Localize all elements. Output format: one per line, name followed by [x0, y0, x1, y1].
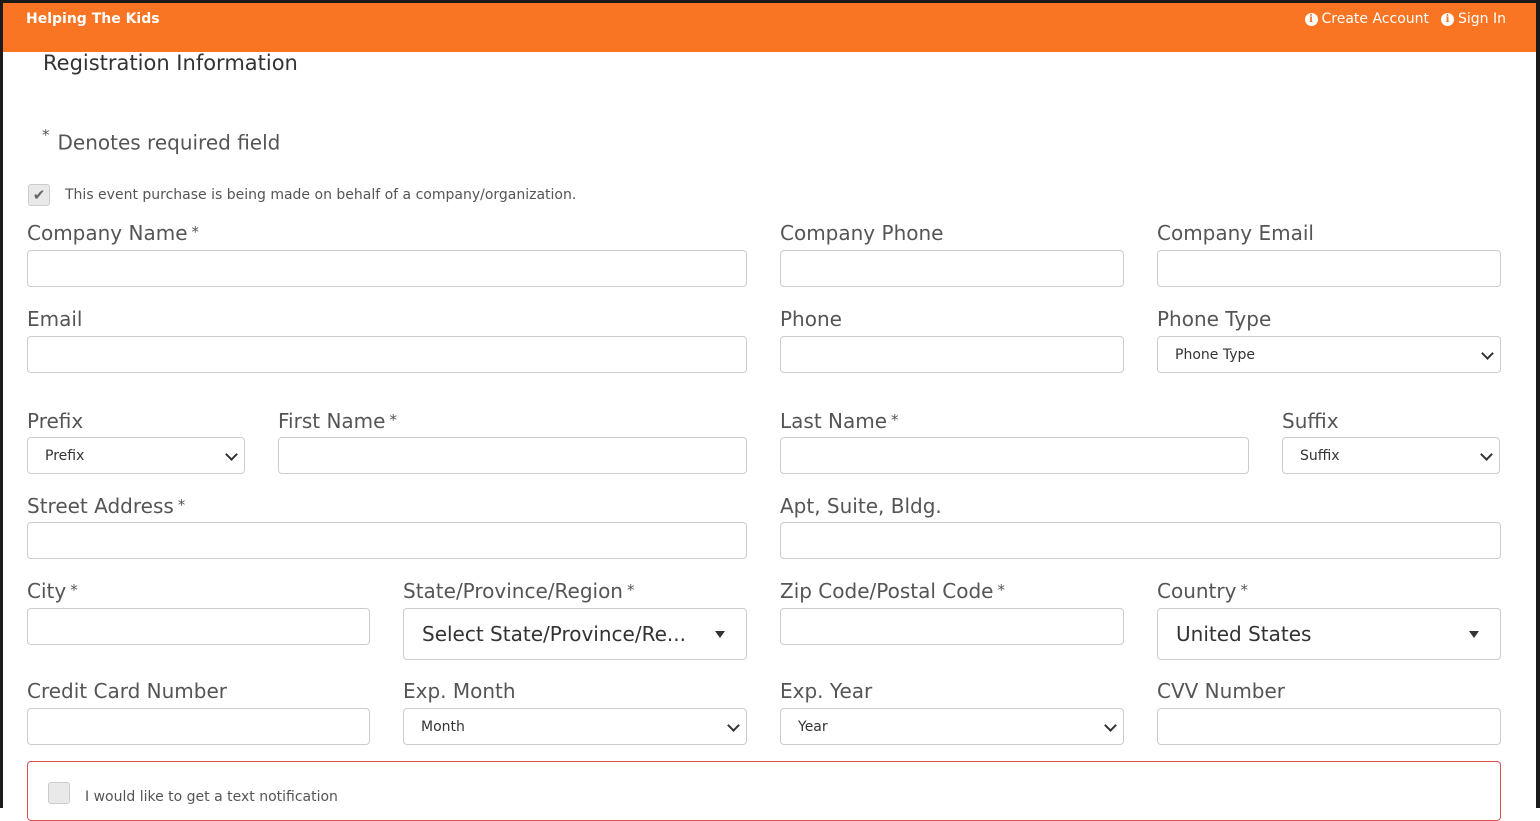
text-notification-label: I would like to get a text notification	[85, 789, 338, 805]
suffix-label: Suffix	[1282, 409, 1339, 433]
exp-month-selected: Month	[421, 718, 465, 735]
cvv-label: CVV Number	[1157, 679, 1286, 703]
window-frame	[0, 0, 1540, 808]
text-notification-checkbox[interactable]	[48, 782, 70, 804]
state-selected: Select State/Province/Re...	[422, 622, 686, 646]
prefix-select[interactable]: Prefix	[27, 437, 245, 474]
state-label: State/Province/Region *	[403, 579, 635, 603]
top-nav-links: i Create Account i Sign In	[1304, 11, 1506, 27]
apt-suite-input[interactable]	[780, 522, 1501, 559]
caret-down-icon	[715, 631, 725, 638]
suffix-selected: Suffix	[1300, 447, 1340, 464]
page-title: Registration Information	[43, 51, 298, 75]
company-phone-label: Company Phone	[780, 221, 944, 245]
company-email-input[interactable]	[1157, 250, 1501, 287]
last-name-label: Last Name *	[780, 409, 899, 433]
apt-suite-label: Apt, Suite, Bldg.	[780, 494, 942, 518]
caret-down-icon	[1469, 631, 1479, 638]
country-label: Country *	[1157, 579, 1248, 603]
text-notification-panel: I would like to get a text notification	[27, 761, 1501, 821]
company-purchase-label: This event purchase is being made on beh…	[65, 187, 577, 203]
create-account-link[interactable]: i Create Account	[1304, 11, 1430, 27]
info-circle-icon: i	[1304, 12, 1318, 26]
cvv-input[interactable]	[1157, 708, 1501, 745]
company-email-label: Company Email	[1157, 221, 1314, 245]
city-input[interactable]	[27, 608, 370, 645]
required-note-text: Denotes required field	[57, 130, 281, 155]
chevron-down-icon	[1104, 719, 1117, 732]
exp-month-select[interactable]: Month	[403, 708, 747, 745]
city-label: City *	[27, 579, 78, 603]
suffix-select[interactable]: Suffix	[1282, 437, 1500, 474]
state-select[interactable]: Select State/Province/Re...	[403, 608, 747, 660]
street-address-label: Street Address *	[27, 494, 186, 518]
exp-year-selected: Year	[798, 718, 828, 735]
last-name-input[interactable]	[780, 437, 1249, 474]
chevron-down-icon	[1481, 347, 1494, 360]
company-name-label: Company Name *	[27, 221, 200, 245]
sign-in-link[interactable]: i Sign In	[1441, 11, 1506, 27]
phone-type-select[interactable]: Phone Type	[1157, 336, 1501, 373]
prefix-label: Prefix	[27, 409, 84, 433]
top-navbar: Helping The Kids i Create Account i Sign…	[0, 0, 1540, 52]
chevron-down-icon	[225, 448, 238, 461]
country-selected: United States	[1176, 622, 1312, 646]
first-name-label: First Name *	[278, 409, 397, 433]
exp-month-label: Exp. Month	[403, 679, 516, 703]
phone-input[interactable]	[780, 336, 1124, 373]
street-address-input[interactable]	[27, 522, 747, 559]
required-note: * Denotes required field	[42, 126, 281, 155]
sign-in-label: Sign In	[1458, 11, 1506, 27]
company-purchase-checkbox[interactable]: ✔	[28, 184, 50, 206]
brand-link[interactable]: Helping The Kids	[26, 11, 160, 27]
chevron-down-icon	[1480, 448, 1493, 461]
create-account-label: Create Account	[1321, 11, 1430, 27]
credit-card-label: Credit Card Number	[27, 679, 227, 703]
phone-label: Phone	[780, 307, 842, 331]
company-phone-input[interactable]	[780, 250, 1124, 287]
prefix-selected: Prefix	[45, 447, 85, 464]
exp-year-label: Exp. Year	[780, 679, 873, 703]
phone-type-selected: Phone Type	[1175, 346, 1255, 363]
zip-code-input[interactable]	[780, 608, 1124, 645]
info-circle-icon: i	[1441, 12, 1454, 26]
email-input[interactable]	[27, 336, 747, 373]
email-label: Email	[27, 307, 83, 331]
zip-code-label: Zip Code/Postal Code *	[780, 579, 1005, 603]
country-select[interactable]: United States	[1157, 608, 1501, 660]
chevron-down-icon	[727, 719, 740, 732]
company-name-input[interactable]	[27, 250, 747, 287]
required-marker: *	[42, 126, 50, 144]
checkmark-icon: ✔	[32, 186, 46, 204]
first-name-input[interactable]	[278, 437, 747, 474]
exp-year-select[interactable]: Year	[780, 708, 1124, 745]
credit-card-input[interactable]	[27, 708, 370, 745]
phone-type-label: Phone Type	[1157, 307, 1272, 331]
company-purchase-row: ✔ This event purchase is being made on b…	[28, 184, 576, 206]
